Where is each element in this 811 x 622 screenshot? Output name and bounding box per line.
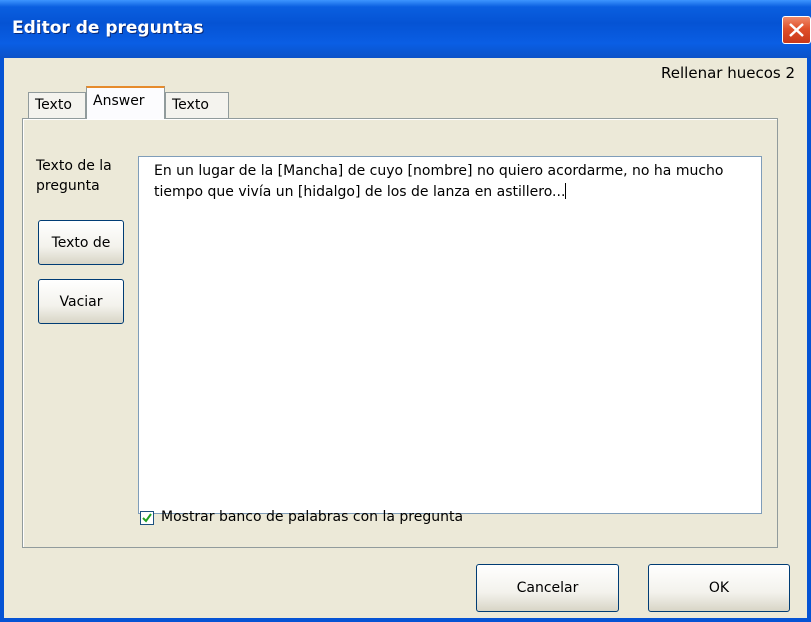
close-icon <box>789 23 804 37</box>
show-word-bank-checkbox[interactable] <box>140 511 154 525</box>
question-text-label: Texto de la pregunta <box>36 158 112 194</box>
checkmark-icon <box>142 513 152 523</box>
tab-answer[interactable]: Answer <box>86 86 165 119</box>
question-type-label: Rellenar huecos 2 <box>661 64 795 82</box>
show-word-bank-label[interactable]: Mostrar banco de palabras con la pregunt… <box>161 509 463 525</box>
ok-button[interactable]: OK <box>648 564 790 612</box>
cancel-button[interactable]: Cancelar <box>476 564 619 612</box>
window-frame-bottom <box>0 618 811 622</box>
tab-texto-1[interactable]: Texto <box>28 92 86 119</box>
window-frame-left <box>0 58 4 622</box>
window-title: Editor de preguntas <box>12 18 204 38</box>
title-bar[interactable]: Editor de preguntas <box>0 0 811 58</box>
question-text-content: En un lugar de la [Mancha] de cuyo [nomb… <box>154 163 724 200</box>
text-caret <box>565 183 567 199</box>
close-button[interactable] <box>782 16 811 44</box>
tab-texto-2[interactable]: Texto <box>165 92 229 119</box>
dialog-window: Editor de preguntas Rellenar huecos 2 Te… <box>0 0 811 622</box>
window-frame-right <box>807 58 811 622</box>
question-text-area[interactable]: En un lugar de la [Mancha] de cuyo [nomb… <box>138 156 762 514</box>
texto-de-button[interactable]: Texto de <box>38 220 124 265</box>
vaciar-button[interactable]: Vaciar <box>38 279 124 324</box>
